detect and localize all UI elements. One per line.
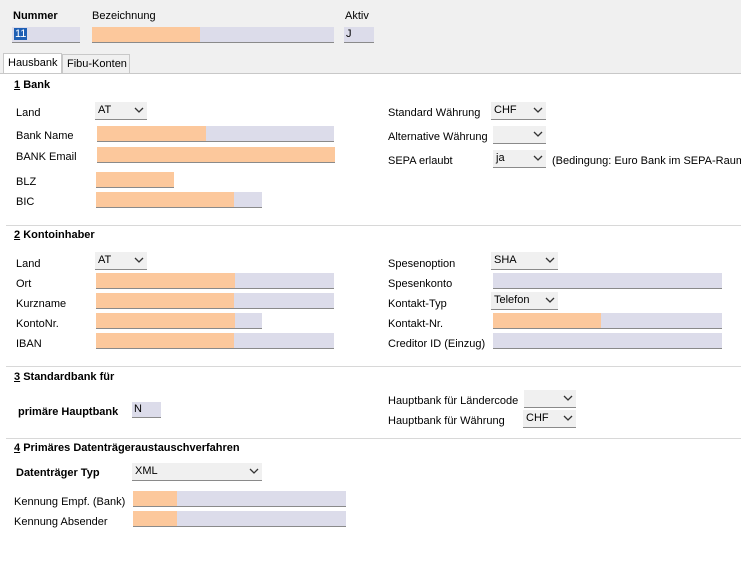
ort-label: Ort (16, 278, 32, 290)
standard-waehrung-label: Standard Währung (388, 107, 481, 119)
bank-name-label: Bank Name (16, 130, 74, 142)
primaere-hauptbank-label: primäre Hauptbank (18, 406, 119, 418)
aktiv-value: J (346, 28, 352, 40)
section-dta-title: 4 Primäres Datenträgeraustauschverfahren (14, 442, 240, 454)
hauptbank-waehrung-label: Hauptbank für Währung (388, 415, 505, 427)
section-bank-title: 1 Bank (14, 79, 51, 91)
kennung-empf-label: Kennung Empf. (Bank) (14, 496, 126, 508)
spesenoption-select[interactable]: SHA (491, 252, 558, 270)
kontakt-typ-label: Kontakt-Typ (388, 298, 447, 310)
bank-land-select[interactable]: AT (95, 102, 147, 120)
datentraeger-typ-label: Datenträger Typ (16, 467, 100, 479)
blz-label: BLZ (16, 176, 37, 188)
creditor-id-field[interactable] (493, 333, 722, 349)
nummer-field[interactable]: 11 (12, 27, 80, 43)
inhaber-land-select[interactable]: AT (95, 252, 147, 270)
bezeichnung-field[interactable] (92, 27, 334, 43)
sepa-label: SEPA erlaubt (388, 155, 453, 167)
bank-land-label: Land (16, 107, 41, 119)
aktiv-label: Aktiv (345, 10, 369, 22)
standard-waehrung-select[interactable]: CHF (491, 102, 546, 120)
section-kontoinhaber-title: 2 Kontoinhaber (14, 229, 95, 241)
bank-email-field[interactable] (97, 147, 335, 163)
bezeichnung-label: Bezeichnung (92, 10, 156, 22)
spesenkonto-label: Spesenkonto (388, 278, 453, 290)
kontakt-typ-select[interactable]: Telefon (491, 292, 558, 310)
kontonr-label: KontoNr. (16, 318, 59, 330)
hausbank-panel: 1 Bank Land AT Bank Name BANK Email BLZ … (0, 73, 741, 572)
chevron-down-icon (533, 155, 543, 161)
nummer-label: Nummer (13, 10, 58, 22)
kennung-absender-label: Kennung Absender (14, 516, 108, 528)
creditor-id-label: Creditor ID (Einzug) (388, 338, 486, 350)
chevron-down-icon (563, 415, 573, 421)
nummer-value: 11 (14, 28, 28, 40)
kennung-empf-field[interactable] (133, 491, 346, 507)
chevron-down-icon (533, 131, 543, 137)
chevron-down-icon (533, 107, 543, 113)
blz-field[interactable] (96, 172, 174, 188)
kontakt-nr-field[interactable] (493, 313, 722, 329)
hauptbank-laendercode-label: Hauptbank für Ländercode (388, 395, 519, 407)
kurzname-field[interactable] (96, 293, 334, 309)
section-standardbank-title: 3 Standardbank für (14, 371, 115, 383)
chevron-down-icon (134, 257, 144, 263)
tab-bar: Hausbank Fibu-Konten (0, 53, 741, 74)
spesenkonto-field[interactable] (493, 273, 722, 289)
alternative-waehrung-label: Alternative Währung (388, 131, 488, 143)
datentraeger-typ-select[interactable]: XML (132, 463, 262, 481)
iban-label: IBAN (16, 338, 42, 350)
bank-email-label: BANK Email (16, 151, 77, 163)
bic-field[interactable] (96, 192, 262, 208)
sepa-hint: (Bedingung: Euro Bank im SEPA-Raum) (552, 155, 741, 167)
kontonr-field[interactable] (96, 313, 262, 329)
primaere-hauptbank-field[interactable]: N (132, 402, 161, 418)
tab-fibu-konten[interactable]: Fibu-Konten (62, 54, 130, 74)
chevron-down-icon (545, 257, 555, 263)
kontakt-nr-label: Kontakt-Nr. (388, 318, 444, 330)
bank-name-field[interactable] (97, 126, 334, 142)
iban-field[interactable] (96, 333, 334, 349)
spesenoption-label: Spesenoption (388, 258, 456, 270)
kurzname-label: Kurzname (16, 298, 67, 310)
bic-label: BIC (16, 196, 35, 208)
chevron-down-icon (249, 468, 259, 474)
sepa-select[interactable]: ja (493, 150, 546, 168)
inhaber-land-label: Land (16, 258, 41, 270)
chevron-down-icon (545, 297, 555, 303)
chevron-down-icon (563, 395, 573, 401)
kennung-absender-field[interactable] (133, 511, 346, 527)
chevron-down-icon (134, 107, 144, 113)
ort-field[interactable] (96, 273, 334, 289)
tab-hausbank[interactable]: Hausbank (3, 53, 62, 74)
aktiv-field[interactable]: J (344, 27, 374, 43)
alternative-waehrung-select[interactable] (493, 126, 546, 144)
hauptbank-laendercode-select[interactable] (524, 390, 576, 408)
hauptbank-waehrung-select[interactable]: CHF (523, 410, 576, 428)
